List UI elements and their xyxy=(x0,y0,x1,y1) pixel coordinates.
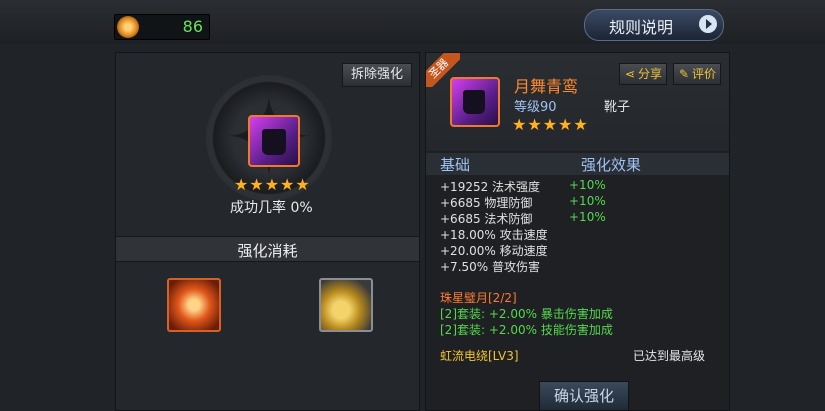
set-bonus: [2]套装: +2.00% 暴击伤害加成 xyxy=(440,307,613,321)
flame-coin-icon xyxy=(117,16,139,38)
item-level: 等级90 xyxy=(514,100,557,115)
gold-coins-icon[interactable] xyxy=(319,278,373,332)
confirm-enhance-button[interactable]: 确认强化 xyxy=(539,381,629,411)
stat-base: +6685 法术防御 xyxy=(440,212,533,226)
rate-button[interactable]: ✎ 评价 xyxy=(673,63,721,85)
stat-base: +6685 物理防御 xyxy=(440,196,533,210)
arrow-right-icon xyxy=(699,15,717,33)
share-button[interactable]: ⋖ 分享 xyxy=(619,63,667,85)
stat-effect: +10% xyxy=(569,194,606,208)
item-stars: ★★★★★ xyxy=(512,115,589,134)
item-slot-large[interactable] xyxy=(248,115,300,167)
dismantle-button[interactable]: 拆除强化 xyxy=(342,63,412,87)
boots-icon xyxy=(262,129,286,155)
stats-header: 基础 强化效果 xyxy=(426,153,729,175)
set-bonus: [2]套装: +2.00% 技能伤害加成 xyxy=(440,323,613,337)
cost-title: 强化消耗 xyxy=(237,242,298,260)
stat-effect: +10% xyxy=(569,210,606,224)
stat-base: +20.00% 移动速度 xyxy=(440,244,548,258)
share-label: 分享 xyxy=(638,67,663,81)
rate-label: 评价 xyxy=(692,67,717,81)
stat-base: +7.50% 普攻伤害 xyxy=(440,260,540,274)
effect-header: 强化效果 xyxy=(581,156,642,174)
stat-base: +18.00% 攻击速度 xyxy=(440,228,548,242)
item-name: 月舞青鸾 xyxy=(514,77,579,96)
set-title: 珠星璧月[2/2] xyxy=(440,291,517,305)
cost-header: 强化消耗 xyxy=(116,236,419,262)
skill-name: 虹流电绕[LV3] xyxy=(440,349,519,363)
item-detail-panel: 圣器 月舞青鸾 等级90 靴子 ★★★★★ ⋖ 分享 ✎ 评价 基础 强化效果 +1… xyxy=(425,52,730,411)
rules-button[interactable]: 规则说明 xyxy=(584,9,724,41)
skill-status: 已达到最高级 xyxy=(633,349,706,363)
enhance-panel: 拆除强化 ✦ ★★★★★ 成功几率 0% 强化消耗 xyxy=(115,52,420,411)
item-type: 靴子 xyxy=(604,100,631,115)
item-slot-small[interactable] xyxy=(450,77,500,127)
stat-effect: +10% xyxy=(569,178,606,192)
resource-value: 86 xyxy=(182,17,203,36)
boots-icon xyxy=(463,90,485,114)
strengthen-stone-icon[interactable] xyxy=(167,278,221,332)
stat-base: +19252 法术强度 xyxy=(440,180,541,194)
rules-label: 规则说明 xyxy=(609,18,674,37)
base-header: 基础 xyxy=(440,156,471,174)
share-icon: ⋖ xyxy=(624,67,636,81)
edit-icon: ✎ xyxy=(678,67,690,81)
item-stars: ★★★★★ xyxy=(234,175,311,194)
resource-counter: 86 xyxy=(114,14,210,40)
success-rate: 成功几率 0% xyxy=(230,200,313,216)
